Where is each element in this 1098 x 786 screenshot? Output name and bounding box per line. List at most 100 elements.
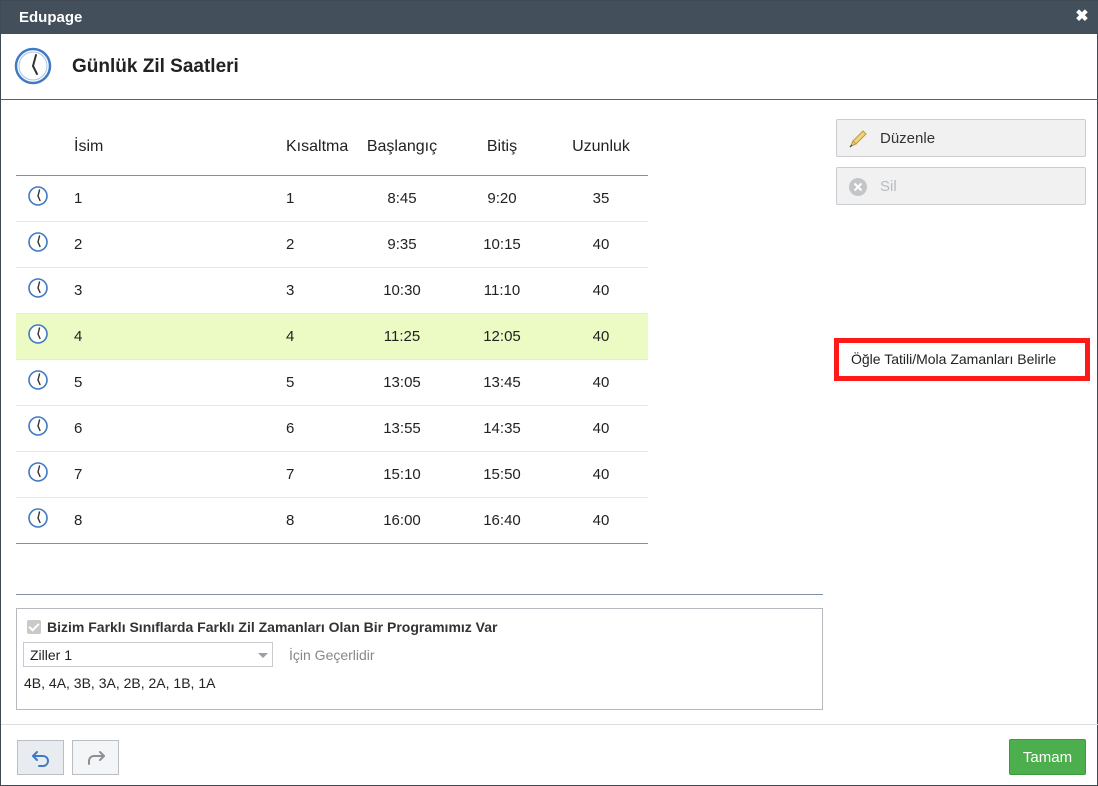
cell-short: 8: [274, 497, 354, 544]
column-header-name[interactable]: İsim: [60, 119, 274, 176]
clock-icon: [27, 277, 49, 303]
cell-length: 40: [554, 497, 648, 544]
clock-icon: [14, 47, 52, 89]
cell-start: 16:00: [354, 497, 450, 544]
table-header-row: İsim Kısaltma Başlangıç Bitiş Uzunluk: [16, 119, 648, 176]
dialog-header: Günlük Zil Saatleri: [1, 34, 1098, 100]
column-header-length[interactable]: Uzunluk: [554, 119, 648, 176]
edit-button[interactable]: Düzenle: [836, 119, 1086, 157]
row-clock-icon: [16, 175, 60, 222]
table-row[interactable]: 8 8 16:00 16:40 40: [16, 497, 648, 544]
cell-name: 4: [60, 313, 274, 360]
clock-icon: [27, 231, 49, 257]
cell-start: 11:25: [354, 313, 450, 360]
clock-icon: [27, 369, 49, 395]
cell-short: 4: [274, 313, 354, 360]
row-clock-icon: [16, 359, 60, 406]
footer-divider: [1, 724, 1098, 725]
cell-length: 40: [554, 267, 648, 314]
ok-button[interactable]: Tamam: [1009, 739, 1086, 775]
row-clock-icon: [16, 313, 60, 360]
cell-start: 13:05: [354, 359, 450, 406]
close-icon[interactable]: ✖: [1073, 8, 1091, 26]
row-clock-icon: [16, 405, 60, 452]
cell-name: 8: [60, 497, 274, 544]
cell-short: 1: [274, 175, 354, 222]
cell-start: 13:55: [354, 405, 450, 452]
bell-set-select[interactable]: Ziller 1: [23, 642, 273, 667]
column-header-short[interactable]: Kısaltma: [274, 119, 354, 176]
cell-start: 8:45: [354, 175, 450, 222]
pencil-icon: [847, 128, 869, 154]
cell-end: 14:35: [450, 405, 554, 452]
cell-length: 40: [554, 405, 648, 452]
table-row[interactable]: 2 2 9:35 10:15 40: [16, 221, 648, 268]
undo-icon: [31, 749, 51, 771]
cell-length: 40: [554, 451, 648, 498]
cell-length: 40: [554, 221, 648, 268]
table-row[interactable]: 5 5 13:05 13:45 40: [16, 359, 648, 406]
redo-icon: [86, 749, 106, 771]
cell-name: 6: [60, 405, 274, 452]
table-row[interactable]: 3 3 10:30 11:10 40: [16, 267, 648, 314]
section-divider: [16, 594, 823, 595]
cell-end: 9:20: [450, 175, 554, 222]
different-bells-checkbox-row[interactable]: Bizim Farklı Sınıflarda Farklı Zil Zaman…: [27, 619, 497, 635]
chevron-down-icon: [258, 653, 268, 658]
clock-icon: [27, 185, 49, 211]
table-row[interactable]: 1 1 8:45 9:20 35: [16, 175, 648, 222]
column-header-start[interactable]: Başlangıç: [354, 119, 450, 176]
row-clock-icon: [16, 451, 60, 498]
column-header-icon: [16, 119, 60, 176]
title-bar: Edupage ✖: [1, 1, 1098, 34]
cell-end: 15:50: [450, 451, 554, 498]
row-clock-icon: [16, 267, 60, 314]
cell-short: 5: [274, 359, 354, 406]
cell-name: 7: [60, 451, 274, 498]
classes-list: 4B, 4A, 3B, 3A, 2B, 2A, 1B, 1A: [24, 675, 216, 691]
cell-end: 13:45: [450, 359, 554, 406]
table-row[interactable]: 4 4 11:25 12:05 40: [16, 313, 648, 360]
cell-end: 12:05: [450, 313, 554, 360]
table-row[interactable]: 6 6 13:55 14:35 40: [16, 405, 648, 452]
cell-length: 40: [554, 359, 648, 406]
bell-group-box: Bizim Farklı Sınıflarda Farklı Zil Zaman…: [16, 608, 823, 710]
ok-button-label: Tamam: [1022, 749, 1073, 766]
row-clock-icon: [16, 497, 60, 544]
undo-button[interactable]: [17, 740, 64, 775]
redo-button[interactable]: [72, 740, 119, 775]
different-bells-label: Bizim Farklı Sınıflarda Farklı Zil Zaman…: [47, 619, 498, 635]
edit-button-label: Düzenle: [880, 130, 936, 147]
delete-button[interactable]: Sil: [836, 167, 1086, 205]
cell-short: 6: [274, 405, 354, 452]
table-row[interactable]: 7 7 15:10 15:50 40: [16, 451, 648, 498]
window-title: Edupage: [19, 9, 83, 26]
cell-name: 2: [60, 221, 274, 268]
cell-name: 5: [60, 359, 274, 406]
cell-end: 16:40: [450, 497, 554, 544]
row-clock-icon: [16, 221, 60, 268]
bell-times-table: İsim Kısaltma Başlangıç Bitiş Uzunluk 11…: [16, 119, 648, 544]
cell-start: 10:30: [354, 267, 450, 314]
cell-short: 2: [274, 221, 354, 268]
page-title: Günlük Zil Saatleri: [72, 56, 239, 77]
column-header-end[interactable]: Bitiş: [450, 119, 554, 176]
cell-short: 3: [274, 267, 354, 314]
delete-circle-icon: [847, 176, 869, 202]
dialog-window: Edupage ✖ Günlük Zil Saatleri İsim Kısal…: [0, 0, 1098, 786]
cell-start: 9:35: [354, 221, 450, 268]
cell-start: 15:10: [354, 451, 450, 498]
cell-end: 10:15: [450, 221, 554, 268]
valid-for-label: İçin Geçerlidir: [289, 647, 375, 663]
clock-icon: [27, 461, 49, 487]
cell-short: 7: [274, 451, 354, 498]
set-lunch-break-label: Öğle Tatili/Mola Zamanları Belirle: [851, 351, 1057, 367]
bell-set-select-value: Ziller 1: [30, 647, 73, 663]
different-bells-checkbox[interactable]: [27, 620, 41, 634]
clock-icon: [27, 507, 49, 533]
cell-name: 1: [60, 175, 274, 222]
clock-icon: [27, 323, 49, 349]
delete-button-label: Sil: [880, 178, 897, 195]
set-lunch-break-button[interactable]: Öğle Tatili/Mola Zamanları Belirle: [834, 338, 1090, 381]
cell-end: 11:10: [450, 267, 554, 314]
